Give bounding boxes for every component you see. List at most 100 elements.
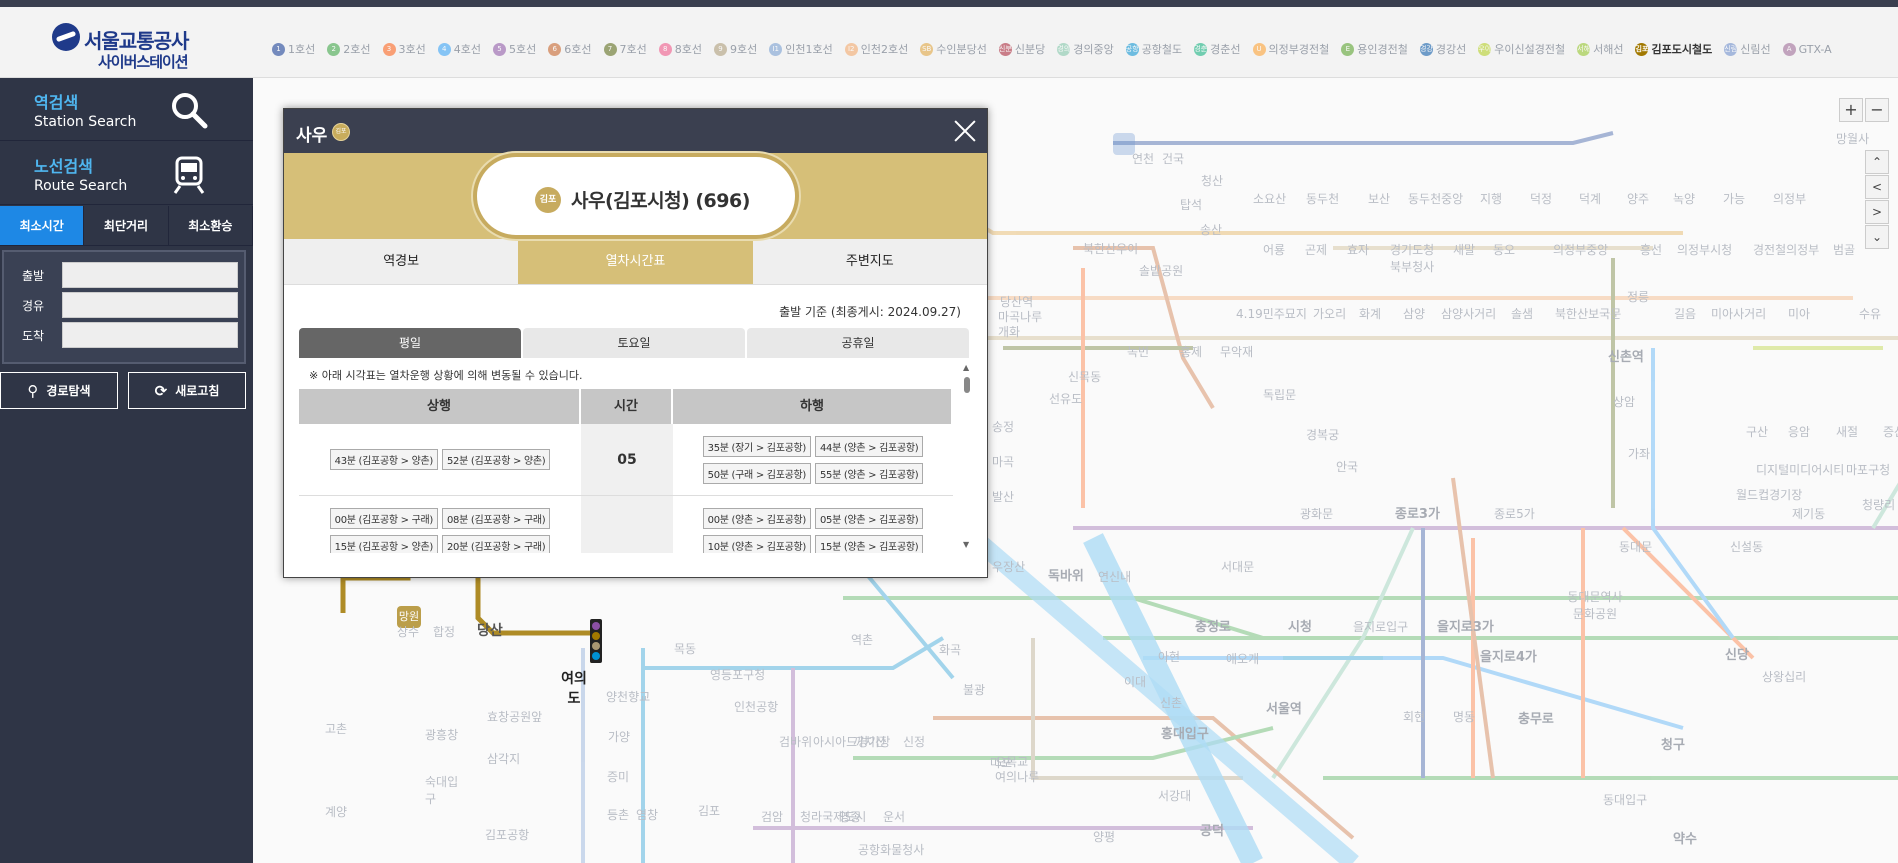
- map-label[interactable]: 미아: [1788, 305, 1810, 322]
- map-label[interactable]: 디지털미디어시티: [1756, 461, 1844, 478]
- map-label[interactable]: 신촌역: [1608, 346, 1644, 365]
- map-label[interactable]: 덕정: [1530, 190, 1552, 207]
- map-label[interactable]: 신당: [1725, 644, 1749, 663]
- transfer-station-marker[interactable]: [590, 619, 602, 663]
- map-label[interactable]: 곤제: [1305, 241, 1327, 258]
- map-label[interactable]: 김포: [698, 802, 720, 819]
- line-item[interactable]: 6 6호선: [548, 41, 592, 57]
- map-label[interactable]: 공덕: [1200, 820, 1224, 839]
- pan-left-button[interactable]: <: [1865, 175, 1889, 199]
- tab-weekday[interactable]: 평일: [299, 328, 521, 358]
- tab-holiday[interactable]: 공휴일: [747, 328, 969, 358]
- map-label[interactable]: 삼각지: [487, 750, 520, 767]
- map-label[interactable]: 여의나루: [995, 768, 1039, 785]
- tab-station-info[interactable]: 역경보: [284, 239, 519, 284]
- map-label[interactable]: 개화: [998, 323, 1020, 340]
- map-label[interactable]: 가능: [1723, 190, 1745, 207]
- scroll-thumb[interactable]: [964, 377, 970, 393]
- map-label[interactable]: 숙대입구: [425, 773, 465, 807]
- line-item[interactable]: A GTX-A: [1782, 42, 1832, 56]
- map-label[interactable]: 경전철의정부: [1753, 241, 1819, 258]
- map-label[interactable]: 효자: [1347, 241, 1369, 258]
- map-label[interactable]: 신설동: [1730, 538, 1763, 555]
- map-label[interactable]: 청산: [1201, 172, 1223, 189]
- line-item[interactable]: 신분 신분당: [998, 41, 1045, 57]
- logo[interactable]: 서울교통공사 사이버스테이션: [52, 19, 212, 71]
- map-label[interactable]: 경기도청북부청사: [1390, 241, 1440, 275]
- map-label[interactable]: 정릉: [1627, 288, 1649, 305]
- line-item[interactable]: 4 4호선: [437, 41, 481, 57]
- map-label[interactable]: 효창공원앞: [487, 708, 542, 725]
- map-label[interactable]: 안국: [1336, 458, 1358, 475]
- map-label[interactable]: 연천: [1132, 150, 1154, 167]
- line-item[interactable]: 경의 경의중앙: [1057, 41, 1114, 57]
- map-label[interactable]: 지행: [1480, 190, 1502, 207]
- map-label[interactable]: 건국: [1162, 150, 1184, 167]
- map-label[interactable]: 의정부중앙: [1553, 241, 1608, 258]
- map-label[interactable]: 증미: [607, 768, 629, 785]
- map-label-gochon[interactable]: 당산: [477, 620, 503, 640]
- map-label[interactable]: 의정부: [1773, 190, 1806, 207]
- map-label[interactable]: 동두천: [1306, 190, 1339, 207]
- map-label[interactable]: 화곡: [939, 641, 961, 658]
- map-label[interactable]: 이대: [1124, 673, 1146, 690]
- pan-right-button[interactable]: >: [1865, 200, 1889, 224]
- map-label[interactable]: 북한산보국문: [1555, 305, 1621, 322]
- map-label[interactable]: 종로3가: [1395, 503, 1440, 522]
- map-label[interactable]: 충무로: [1518, 708, 1554, 727]
- map-label[interactable]: 선유도: [1049, 390, 1082, 407]
- tab-shortest-distance[interactable]: 최단거리: [84, 206, 169, 245]
- map-label[interactable]: 청량리: [1862, 496, 1895, 513]
- map-label[interactable]: 합정: [433, 623, 455, 640]
- map-label[interactable]: 광흥창: [425, 726, 458, 743]
- scroll-up-icon[interactable]: ▲: [963, 363, 969, 372]
- zoom-in-button[interactable]: +: [1839, 98, 1863, 122]
- map-label[interactable]: 신촌: [1160, 694, 1182, 711]
- line-item[interactable]: 7 7호선: [603, 41, 647, 57]
- map-label[interactable]: 김포공항: [485, 826, 529, 843]
- map-label[interactable]: 탑석: [1180, 196, 1202, 213]
- map-label[interactable]: 증산: [1883, 423, 1898, 440]
- map-label[interactable]: 소요산: [1253, 190, 1286, 207]
- map-label[interactable]: 신정: [903, 733, 925, 750]
- line-item[interactable]: 공항 공항철도: [1125, 41, 1182, 57]
- map-label[interactable]: 충정로: [1195, 616, 1231, 635]
- map-label[interactable]: 홍대입구: [1161, 723, 1209, 742]
- map-label[interactable]: 청구: [1661, 734, 1685, 753]
- map-label[interactable]: 발산: [992, 488, 1014, 505]
- line-item[interactable]: 서해 서해선: [1577, 41, 1623, 57]
- map-label[interactable]: 가양: [608, 728, 630, 745]
- line-item[interactable]: I2 인천2호선: [844, 41, 908, 57]
- map-label[interactable]: 인천공항: [734, 698, 778, 715]
- map-label[interactable]: 애오개: [1226, 650, 1259, 667]
- map-label[interactable]: 보산: [1368, 190, 1390, 207]
- map-label[interactable]: 오목교: [995, 753, 1028, 770]
- map-label[interactable]: 양천향교: [606, 688, 650, 705]
- line-item[interactable]: I1 인천1호선: [769, 41, 833, 57]
- line-item[interactable]: U 의정부경전철: [1252, 41, 1329, 57]
- map-label[interactable]: 4.19민주묘지: [1236, 305, 1307, 322]
- via-input[interactable]: [62, 292, 238, 318]
- map-label[interactable]: 불광: [963, 681, 985, 698]
- close-icon[interactable]: [953, 119, 977, 143]
- map-label[interactable]: 홍제: [1180, 343, 1202, 360]
- map-label[interactable]: 상왕십리: [1762, 668, 1806, 685]
- line-item[interactable]: 김포 김포도시철도: [1635, 41, 1712, 57]
- tab-timetable[interactable]: 열차시간표: [518, 239, 753, 284]
- map-label-gimpo-airport[interactable]: 여의도: [558, 668, 590, 708]
- map-label[interactable]: 송정: [992, 418, 1014, 435]
- map-label[interactable]: 염창: [636, 806, 658, 823]
- line-item[interactable]: 9 9호선: [714, 41, 757, 57]
- map-label[interactable]: 월드컵경기장: [1736, 486, 1802, 503]
- map-label[interactable]: 의정부시청: [1677, 241, 1732, 258]
- map-label[interactable]: 동두천중앙: [1408, 190, 1463, 207]
- map-label[interactable]: 응암: [1788, 423, 1810, 440]
- map-label[interactable]: 까치산: [853, 733, 886, 750]
- scroll-down-icon[interactable]: ▼: [963, 540, 969, 549]
- line-item[interactable]: E 용인경전철: [1341, 41, 1408, 57]
- map-label[interactable]: 북한산우이: [1083, 240, 1138, 257]
- map-label[interactable]: 동오: [1493, 241, 1515, 258]
- map-label[interactable]: 영종: [839, 808, 861, 825]
- map-label[interactable]: 아현: [1158, 648, 1180, 665]
- station-search-button[interactable]: 역검색 Station Search: [0, 78, 253, 141]
